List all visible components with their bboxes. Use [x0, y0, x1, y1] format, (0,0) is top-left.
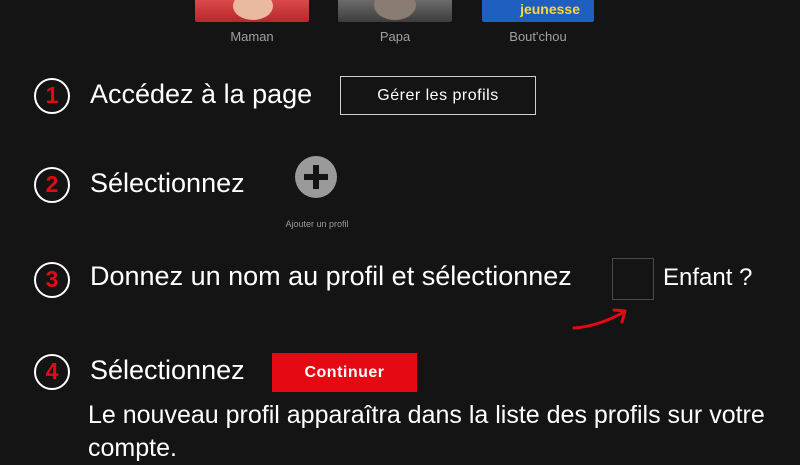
add-profile-label: Ajouter un profil	[285, 219, 349, 229]
avatar-face	[374, 0, 416, 20]
step-number-2: 2	[34, 167, 70, 203]
add-profile-plus-icon[interactable]	[295, 156, 337, 198]
profile-name-kids: Bout'chou	[509, 29, 567, 44]
step-text-4: Sélectionnez	[90, 355, 245, 385]
kids-checkbox-label: Enfant ?	[663, 264, 753, 291]
step-text-2: Sélectionnez	[90, 168, 245, 198]
avatar-face	[233, 0, 273, 20]
kids-checkbox[interactable]	[612, 258, 654, 300]
step-text-1: Accédez à la page	[90, 79, 313, 109]
manage-profiles-button[interactable]: Gérer les profils	[340, 76, 536, 115]
profile-avatar-maman[interactable]	[195, 0, 309, 22]
step-number-4: 4	[34, 354, 70, 390]
step-text-3: Donnez un nom au profil et sélectionnez	[90, 261, 572, 291]
continue-button[interactable]: Continuer	[272, 353, 417, 392]
kids-avatar-label: jeunesse	[520, 1, 580, 17]
info-text: Le nouveau profil apparaîtra dans la lis…	[88, 401, 765, 462]
step-number-3: 3	[34, 262, 70, 298]
profile-name-maman: Maman	[230, 29, 274, 44]
curved-arrow-icon	[572, 308, 627, 330]
profile-name-papa: Papa	[379, 29, 411, 44]
profile-avatar-papa[interactable]	[338, 0, 452, 22]
step-number-1: 1	[34, 78, 70, 114]
profile-avatar-kids[interactable]: jeunesse	[482, 0, 594, 22]
